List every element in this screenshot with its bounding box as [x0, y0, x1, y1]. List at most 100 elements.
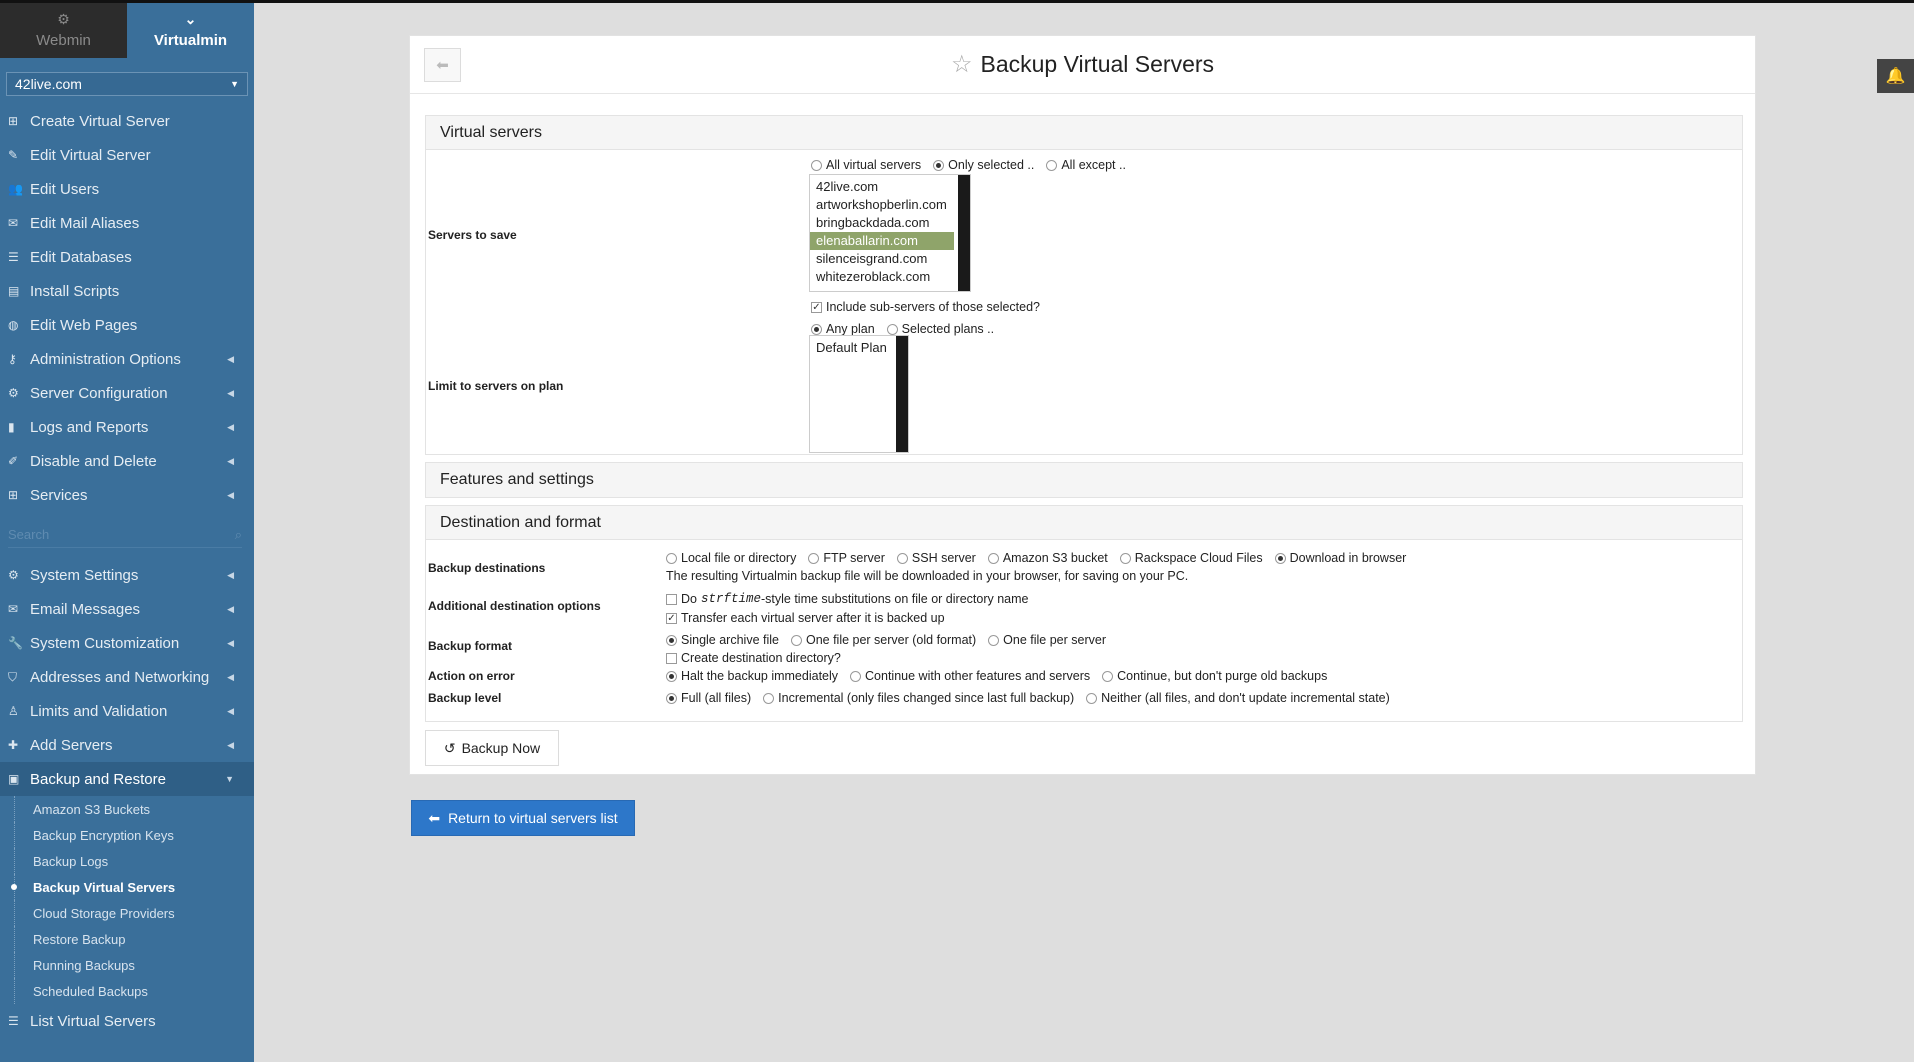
section-header[interactable]: Features and settings: [426, 463, 1742, 497]
radio-all-except[interactable]: [1046, 159, 1058, 171]
radio-all-virtual-servers[interactable]: [811, 159, 822, 171]
page-title-wrap: ☆ Backup Virtual Servers: [951, 50, 1214, 79]
radio-continue[interactable]: [850, 670, 862, 682]
radio-only-selected[interactable]: [933, 159, 945, 171]
radio-download-browser[interactable]: [1274, 552, 1286, 564]
include-sub-checkbox[interactable]: ✓: [811, 301, 822, 313]
radio-rackspace[interactable]: [1119, 552, 1131, 564]
radio-amazon-s3[interactable]: [987, 552, 999, 564]
radio-incremental[interactable]: [763, 692, 775, 704]
strftime-checkbox[interactable]: [666, 593, 677, 605]
caret-left-icon: ◀: [227, 353, 234, 364]
additional-options-label: Additional destination options: [428, 599, 601, 613]
nav-item-email-messages[interactable]: ✉ Email Messages ◀: [0, 592, 254, 626]
radio-label: FTP server: [823, 551, 885, 565]
radio-halt[interactable]: [666, 670, 677, 682]
sub-item-amazon-s3-buckets[interactable]: Amazon S3 Buckets: [0, 796, 254, 822]
sub-item-backup-virtual-servers[interactable]: Backup Virtual Servers: [0, 874, 254, 900]
key-icon: ⚷: [8, 352, 17, 366]
sub-item-restore-backup[interactable]: Restore Backup: [0, 926, 254, 952]
nav-item-edit-virtual-server[interactable]: ✎ Edit Virtual Server: [0, 138, 254, 172]
plan-option[interactable]: Default Plan: [810, 339, 908, 357]
server-option[interactable]: artworkshopberlin.com: [810, 196, 970, 214]
caret-down-icon: ▼: [230, 79, 239, 89]
strftime-label-pre: Do: [681, 592, 697, 606]
server-option[interactable]: silenceisgrand.com: [810, 250, 970, 268]
radio-single-archive[interactable]: [666, 634, 677, 646]
tab-webmin[interactable]: ⚙ Webmin: [0, 3, 127, 58]
sub-item-label: Backup Encryption Keys: [33, 827, 174, 843]
arrow-left-icon: ⬅: [428, 809, 441, 826]
radio-label: Any plan: [826, 322, 875, 336]
nav-item-install-scripts[interactable]: ▤ Install Scripts: [0, 274, 254, 308]
radio-ftp-server[interactable]: [808, 552, 820, 564]
backup-now-button[interactable]: ↺ Backup Now: [425, 730, 559, 766]
section-header[interactable]: Virtual servers: [426, 116, 1742, 150]
nav-item-administration-options[interactable]: ⚷ Administration Options ◀: [0, 342, 254, 376]
nav-item-edit-web-pages[interactable]: ◍ Edit Web Pages: [0, 308, 254, 342]
radio-file-per-server[interactable]: [988, 634, 1000, 646]
nav-item-system-customization[interactable]: 🔧 System Customization ◀: [0, 626, 254, 660]
nav-item-label: List Virtual Servers: [30, 1012, 156, 1030]
sidebar: ⚙ Webmin ⌄ Virtualmin 42live.com ▼ ⊞ Crea…: [0, 3, 254, 1062]
nav-item-limits-and-validation[interactable]: ♙ Limits and Validation ◀: [0, 694, 254, 728]
nav-item-backup-and-restore[interactable]: ▣ Backup and Restore ▼: [0, 762, 254, 796]
nav-item-system-settings[interactable]: ⚙ System Settings ◀: [0, 558, 254, 592]
nav-item-addresses-and-networking[interactable]: ⛉ Addresses and Networking ◀: [0, 660, 254, 694]
section-header[interactable]: Destination and format: [426, 506, 1742, 540]
radio-selected-plans[interactable]: [886, 323, 898, 335]
servers-listbox[interactable]: 42live.com artworkshopberlin.com bringba…: [809, 174, 971, 292]
sub-item-backup-encryption-keys[interactable]: Backup Encryption Keys: [0, 822, 254, 848]
nav-item-label: System Customization: [30, 634, 180, 652]
radio-neither[interactable]: [1086, 692, 1098, 704]
plan-radios: Any plan Selected plans ..: [811, 322, 994, 336]
nav-item-edit-mail-aliases[interactable]: ✉ Edit Mail Aliases: [0, 206, 254, 240]
nav-item-edit-users[interactable]: 👥 Edit Users: [0, 172, 254, 206]
panel-header: ⬅ ☆ Backup Virtual Servers: [410, 36, 1755, 94]
server-option[interactable]: whitezeroblack.com: [810, 268, 970, 286]
star-icon[interactable]: ☆: [951, 50, 973, 79]
listbox-scrollbar[interactable]: [896, 336, 908, 452]
plans-listbox[interactable]: Default Plan: [809, 335, 909, 453]
radio-any-plan[interactable]: [811, 323, 822, 335]
server-option[interactable]: bringbackdada.com: [810, 214, 970, 232]
back-button[interactable]: ⬅: [424, 48, 461, 82]
create-dir-checkbox[interactable]: [666, 652, 677, 664]
return-button[interactable]: ⬅ Return to virtual servers list: [411, 800, 635, 836]
radio-local-file[interactable]: [666, 552, 677, 564]
sub-item-backup-logs[interactable]: Backup Logs: [0, 848, 254, 874]
nav-item-create-virtual-server[interactable]: ⊞ Create Virtual Server: [0, 104, 254, 138]
section-virtual-servers: Virtual servers Servers to save All virt…: [425, 115, 1743, 455]
nav-menu: ⊞ Create Virtual Server ✎ Edit Virtual Ser…: [0, 104, 254, 512]
nav-item-label: Create Virtual Server: [30, 112, 170, 130]
tab-virtualmin[interactable]: ⌄ Virtualmin: [127, 3, 254, 58]
sub-item-label: Backup Virtual Servers: [33, 879, 176, 895]
sub-item-scheduled-backups[interactable]: Scheduled Backups: [0, 978, 254, 1004]
sub-item-cloud-storage-providers[interactable]: Cloud Storage Providers: [0, 900, 254, 926]
radio-label: Single archive file: [681, 633, 779, 647]
server-option[interactable]: 42live.com: [810, 178, 970, 196]
nav-item-disable-and-delete[interactable]: ✐ Disable and Delete ◀: [0, 444, 254, 478]
sidebar-tabs: ⚙ Webmin ⌄ Virtualmin: [0, 3, 254, 58]
radio-ssh-server[interactable]: [896, 552, 908, 564]
globe-icon: ◍: [8, 318, 19, 332]
notification-bell[interactable]: 🔔: [1877, 59, 1914, 93]
page-title: Backup Virtual Servers: [980, 51, 1215, 77]
nav-item-logs-and-reports[interactable]: ▮ Logs and Reports ◀: [0, 410, 254, 444]
radio-continue-no-purge[interactable]: [1102, 670, 1114, 682]
sidebar-search[interactable]: Search ⌕: [8, 522, 242, 548]
nav-item-services[interactable]: ⊞ Services ◀: [0, 478, 254, 512]
listbox-scrollbar[interactable]: [958, 175, 970, 291]
radio-file-per-server-old[interactable]: [790, 634, 802, 646]
server-option-selected[interactable]: elenaballarin.com: [810, 232, 954, 250]
sub-item-running-backups[interactable]: Running Backups: [0, 952, 254, 978]
domain-select[interactable]: 42live.com ▼: [6, 72, 248, 96]
nav-item-list-virtual-servers[interactable]: ☰ List Virtual Servers: [0, 1004, 254, 1038]
action-on-error-label: Action on error: [428, 669, 515, 683]
nav-item-add-servers[interactable]: ✚ Add Servers ◀: [0, 728, 254, 762]
shield-icon: ⛉: [8, 669, 18, 684]
radio-full[interactable]: [666, 692, 677, 704]
transfer-checkbox[interactable]: ✓: [666, 612, 677, 624]
nav-item-server-configuration[interactable]: ⚙ Server Configuration ◀: [0, 376, 254, 410]
nav-item-edit-databases[interactable]: ☰ Edit Databases: [0, 240, 254, 274]
